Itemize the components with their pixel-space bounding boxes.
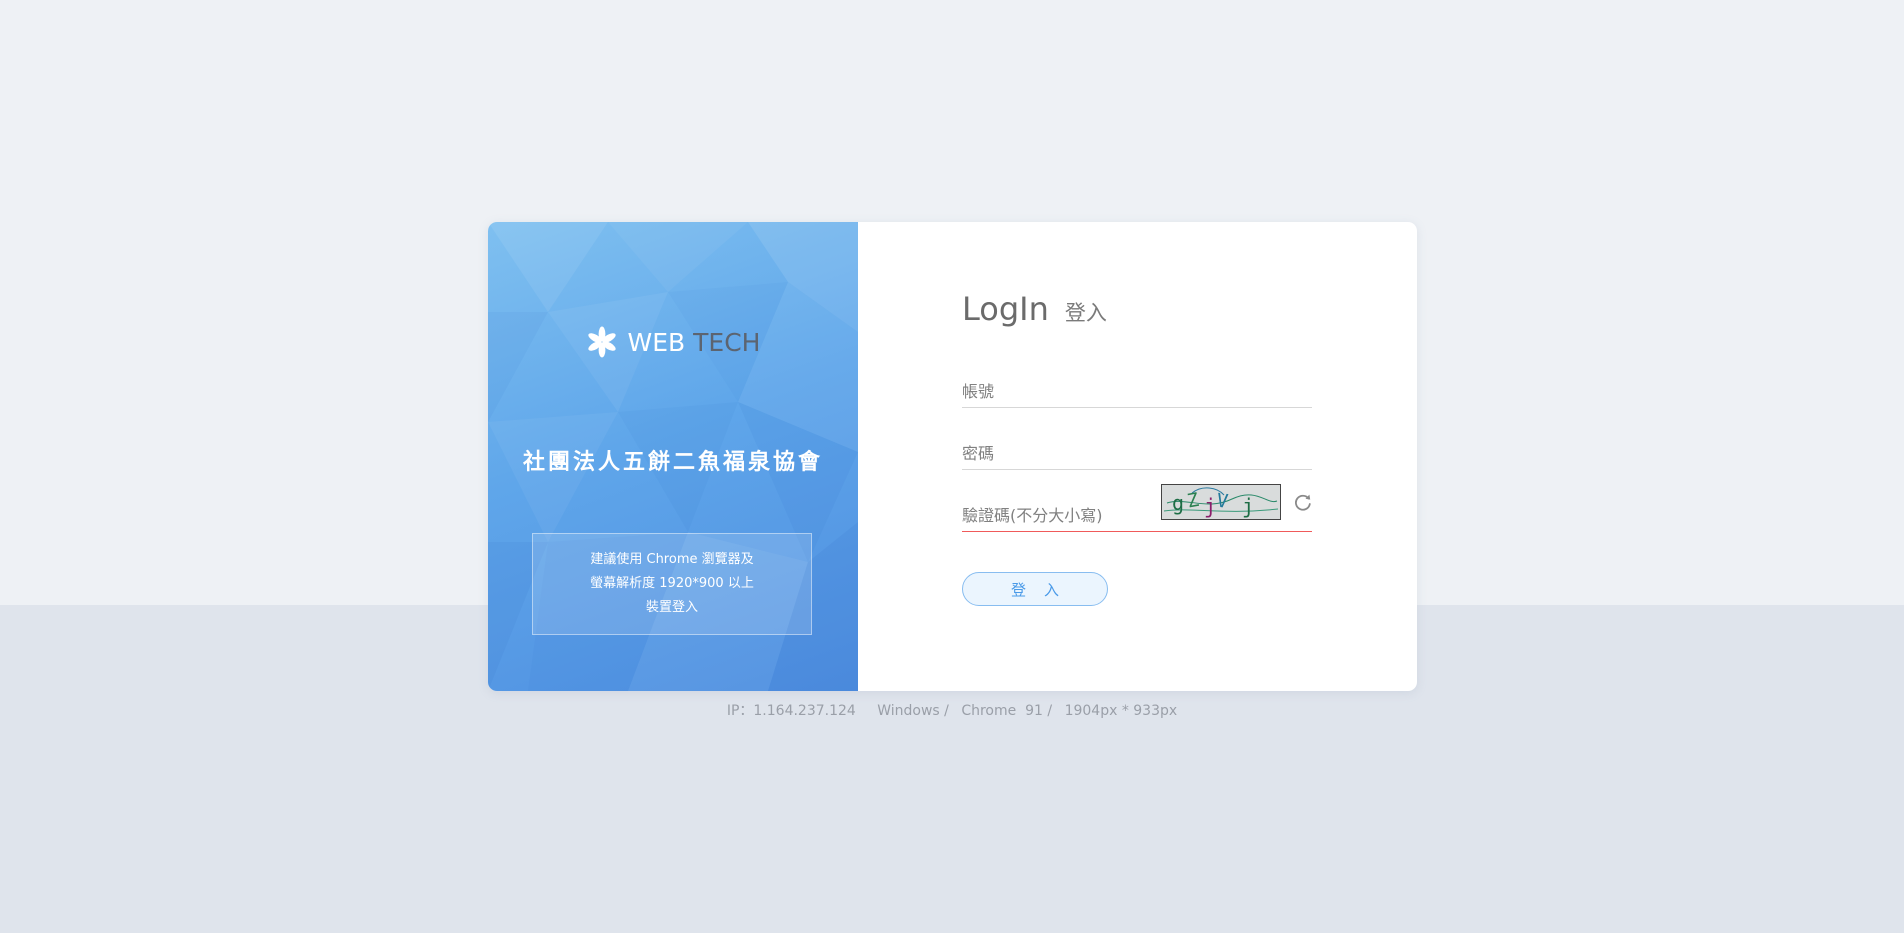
footer-os: Windows /: [877, 703, 949, 719]
logo: WEB TECH: [488, 326, 858, 358]
notice-line-2: 螢幕解析度 1920*900 以上: [590, 576, 754, 591]
account-input[interactable]: [962, 376, 1312, 406]
password-field: [962, 436, 1312, 470]
login-form-panel: LogIn 登入 g Z j V j: [858, 222, 1417, 691]
svg-text:Z: Z: [1185, 489, 1200, 513]
password-input[interactable]: [962, 438, 1312, 468]
login-card: WEB TECH 社團法人五餅二魚福泉協會 建議使用 Chrome 瀏覽器及 螢…: [488, 222, 1417, 691]
svg-text:V: V: [1215, 490, 1229, 513]
captcha-graphic: g Z j V j: [1163, 487, 1279, 518]
account-field: [962, 374, 1312, 408]
footer-ip: IP：1.164.237.124: [726, 703, 856, 719]
captcha-input[interactable]: [962, 500, 1152, 530]
captcha-char-1: g: [1172, 491, 1184, 515]
footer-browser: Chrome 91 /: [961, 703, 1053, 719]
organization-name: 社團法人五餅二魚福泉協會: [522, 450, 823, 475]
svg-text:j: j: [1204, 494, 1216, 518]
logo-text-web: WEB: [627, 327, 686, 357]
notice-line-1: 建議使用 Chrome 瀏覽器及: [590, 552, 754, 567]
captcha-field: g Z j V j: [962, 484, 1312, 532]
login-title-zh: 登入: [1064, 301, 1107, 325]
captcha-image[interactable]: g Z j V j: [1161, 484, 1281, 520]
logo-text-tech: TECH: [693, 327, 761, 357]
footer-resolution: 1904px * 933px: [1064, 703, 1178, 719]
login-title-en: LogIn: [962, 290, 1049, 328]
browser-notice: 建議使用 Chrome 瀏覽器及 螢幕解析度 1920*900 以上 裝置登入: [532, 533, 812, 635]
notice-line-3: 裝置登入: [645, 600, 698, 615]
brand-panel: WEB TECH 社團法人五餅二魚福泉協會 建議使用 Chrome 瀏覽器及 螢…: [488, 222, 858, 691]
asterisk-flower-icon: [587, 326, 616, 358]
login-button[interactable]: 登入: [962, 572, 1108, 606]
logo-wordmark: WEB TECH: [628, 328, 761, 357]
refresh-icon[interactable]: [1293, 492, 1313, 512]
login-title: LogIn 登入: [962, 290, 1107, 328]
client-info-footer: IP：1.164.237.124 Windows / Chrome 91 / 1…: [0, 700, 1904, 720]
svg-text:j: j: [1242, 494, 1254, 518]
